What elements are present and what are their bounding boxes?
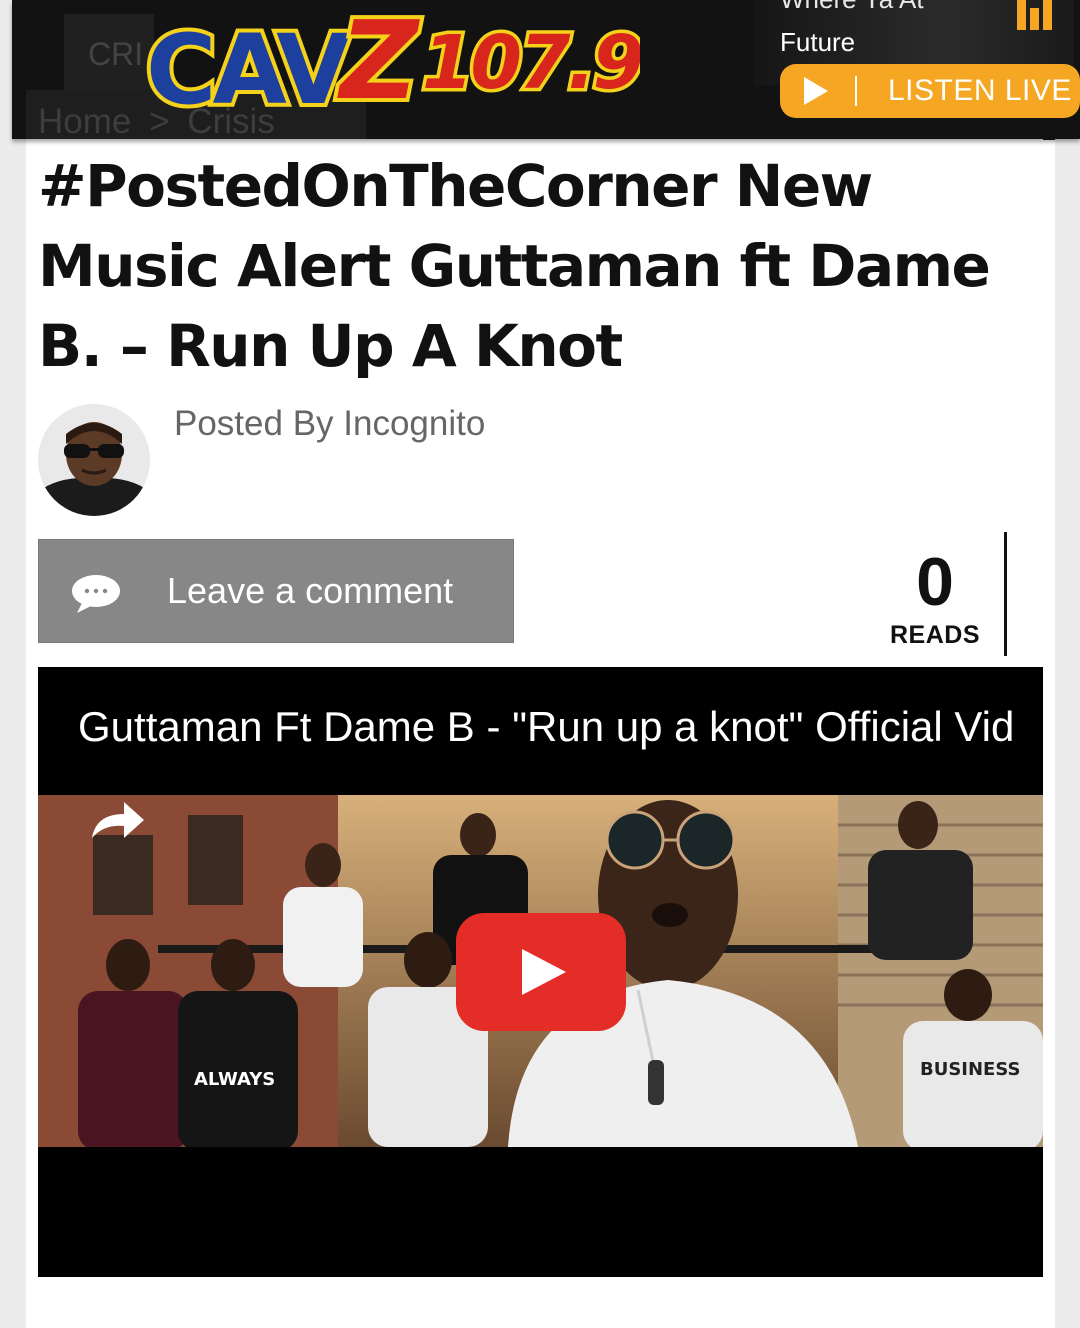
share-icon[interactable] — [90, 800, 146, 840]
equalizer-icon — [1017, 0, 1053, 30]
play-icon — [804, 77, 828, 105]
site-header: CRI Home > Crisis CAV CAV Z Z 107.9 107.… — [12, 0, 1080, 139]
svg-text:Z: Z — [337, 0, 420, 118]
posted-by[interactable]: Posted By Incognito — [174, 404, 485, 444]
comment-bubble-icon — [72, 575, 120, 613]
author-avatar[interactable] — [38, 404, 150, 516]
breadcrumb-home-link[interactable]: Home — [38, 102, 131, 139]
youtube-embed[interactable]: Guttaman Ft Dame B - "Run up a knot" Off… — [38, 667, 1043, 1277]
leave-comment-button[interactable]: Leave a comment — [38, 539, 514, 643]
article-title: #PostedOnTheCorner New Music Alert Gutta… — [38, 152, 991, 380]
station-logo[interactable]: CAV CAV Z Z 107.9 107.9 — [140, 0, 640, 118]
listen-live-button[interactable]: LISTEN LIVE — [780, 64, 1080, 118]
button-divider — [855, 76, 857, 106]
shirt-text-left: ALWAYS — [194, 1069, 275, 1090]
reads-divider — [1004, 532, 1007, 656]
reads-count: 0 — [916, 544, 954, 620]
svg-text:CAV: CAV — [146, 14, 350, 118]
shirt-text-right: BUSINESS — [920, 1059, 1020, 1080]
reads-label: READS — [889, 621, 980, 649]
video-title[interactable]: Guttaman Ft Dame B - "Run up a knot" Off… — [78, 697, 1013, 757]
header-edge — [1043, 118, 1055, 140]
listen-live-label: LISTEN LIVE — [888, 74, 1072, 107]
leave-comment-label: Leave a comment — [167, 570, 454, 611]
now-playing-artist: Future — [780, 27, 856, 57]
svg-text:107.9: 107.9 — [422, 20, 640, 106]
now-playing-song: Where Ya At — [780, 0, 924, 15]
youtube-play-icon[interactable] — [456, 913, 626, 1031]
